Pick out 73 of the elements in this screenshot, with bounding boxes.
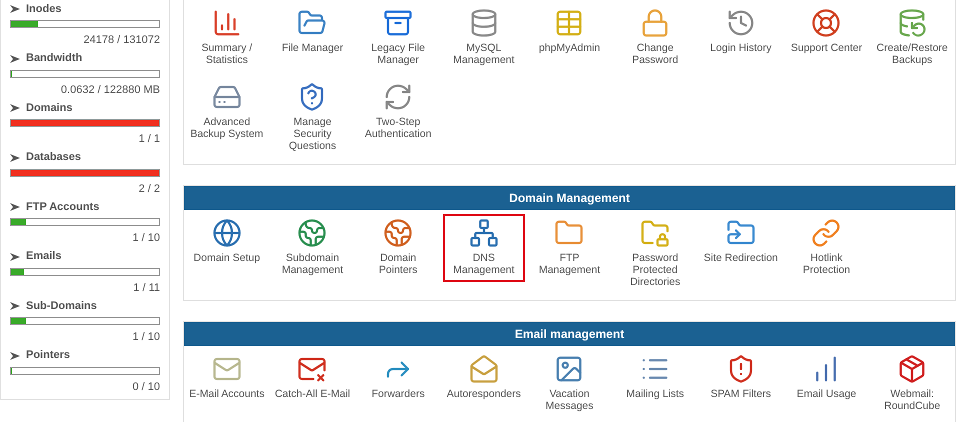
tool-link[interactable]: Login History [702, 6, 780, 58]
table-icon [554, 8, 584, 38]
tool-link[interactable]: Change Password [616, 6, 694, 70]
stat-label: Bandwidth [26, 51, 82, 66]
stat-label: Emails [26, 249, 62, 264]
tool-link[interactable]: Two-Step Authentication [359, 80, 438, 144]
globe-icon [383, 218, 414, 248]
tool-link[interactable]: Site Redirection [702, 216, 780, 268]
section-header: Domain Management [184, 186, 955, 210]
tool-link[interactable]: Vacation Messages [530, 352, 608, 416]
tool-link[interactable]: Email Usage [787, 352, 866, 404]
tool-link[interactable]: File Manager [273, 6, 352, 58]
stat-label: Sub-Domains [26, 298, 97, 314]
tool-link[interactable]: Mailing Lists [616, 352, 694, 404]
stat-reading: 2 / 2 [138, 182, 160, 196]
link-icon [811, 218, 842, 248]
history-icon [726, 8, 756, 38]
globe-icon [297, 218, 328, 248]
tool-link[interactable]: phpMyAdmin [530, 6, 608, 58]
padlock-icon [640, 8, 670, 38]
stat-label: Databases [26, 150, 82, 166]
tool-link[interactable]: Autoresponders [444, 352, 523, 404]
stat-label: Domains [26, 100, 72, 116]
tool-link[interactable]: MySQL Management [444, 6, 523, 70]
tool-link[interactable]: DNS Management [444, 216, 523, 280]
stat-reading: 1 / 11 [133, 280, 160, 296]
database-backup-icon [897, 8, 928, 38]
tool-link[interactable]: Legacy File Manager [359, 6, 438, 70]
tool-link[interactable]: Domain Pointers [359, 216, 438, 280]
stat-reading: 1 / 10 [132, 330, 160, 345]
stat-reading: 1 / 10 [132, 231, 160, 246]
arrow-icon [10, 352, 20, 360]
tool-link[interactable]: E-Mail Accounts [188, 352, 266, 404]
globe-icon [212, 218, 242, 248]
tool-link[interactable]: Forwarders [359, 352, 438, 404]
network-icon [468, 218, 499, 248]
stat-label: Inodes [26, 2, 62, 17]
stat-label: Pointers [26, 348, 70, 364]
stat-reading: 24178 / 131072 [84, 33, 160, 48]
arrow-icon [10, 54, 20, 62]
tool-link[interactable]: FTP Management [530, 216, 608, 280]
stat-reading: 0.0632 / 122880 MB [60, 82, 160, 98]
tool-link[interactable]: Webmail: RoundCube [873, 352, 952, 416]
archive-box-icon [383, 8, 414, 38]
stat-reading: 0 / 10 [132, 380, 160, 394]
image-icon [554, 354, 584, 384]
open-envelope-icon [468, 354, 499, 384]
tool-link[interactable]: Password Protected Directories [616, 216, 694, 292]
section-header: Email management [184, 322, 955, 346]
arrow-icon [10, 302, 20, 310]
tool-link[interactable]: Domain Setup [188, 216, 266, 268]
tool-link[interactable]: Summary / Statistics [188, 6, 266, 70]
tool-link[interactable]: SPAM Filters [702, 352, 780, 404]
database-icon [468, 8, 499, 38]
arrow-icon [10, 5, 20, 13]
arrow-icon [10, 252, 20, 260]
tool-link[interactable]: Support Center [787, 6, 866, 58]
stat-label: FTP Accounts [26, 200, 100, 215]
arrow-icon [10, 104, 20, 112]
tool-link[interactable]: Manage Security Questions [273, 80, 352, 156]
arrow-icon [10, 203, 20, 211]
tool-link[interactable]: Subdomain Management [273, 216, 352, 280]
arrow-icon [10, 154, 20, 162]
stat-reading: 1 / 1 [138, 132, 160, 147]
tool-link[interactable]: Create/Restore Backups [873, 6, 952, 70]
folder-lock-icon [640, 218, 670, 248]
lifebuoy-icon [811, 8, 842, 38]
tool-link[interactable]: Advanced Backup System [188, 80, 266, 144]
bar-chart-icon [212, 8, 242, 38]
tool-link[interactable]: Catch-All E-Mail [273, 352, 352, 404]
package-icon [897, 354, 928, 384]
tool-link[interactable]: Hotlink Protection [787, 216, 866, 280]
refresh-icon [383, 82, 414, 112]
